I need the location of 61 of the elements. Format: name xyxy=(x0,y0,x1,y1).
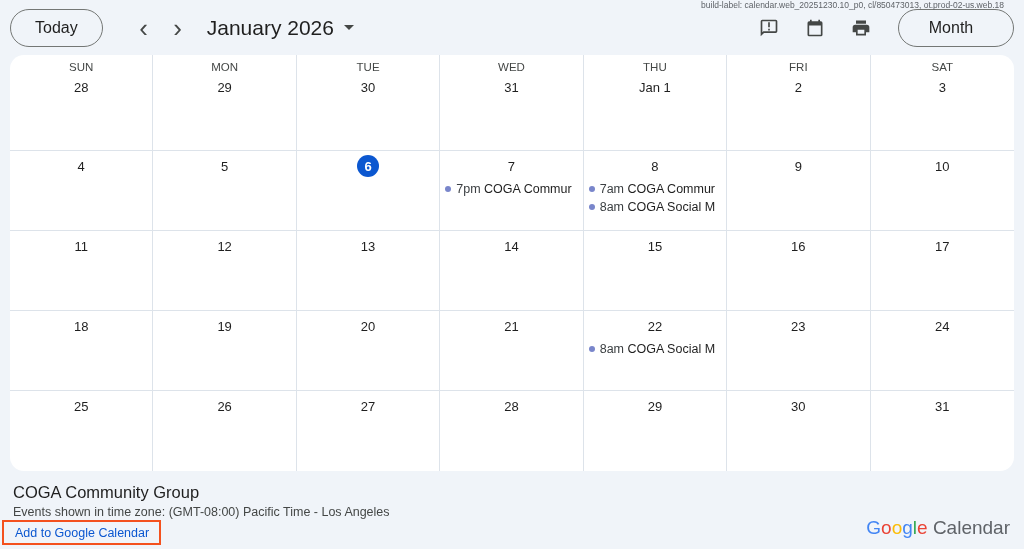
day-number[interactable]: 29 xyxy=(643,395,666,417)
day-number[interactable]: 16 xyxy=(787,235,810,257)
day-number[interactable]: 21 xyxy=(500,315,523,337)
feedback-icon xyxy=(759,17,779,38)
weekday-label: SAT xyxy=(931,61,954,73)
day-number[interactable]: 18 xyxy=(70,315,93,337)
day-number[interactable]: 12 xyxy=(213,235,236,257)
event-text: 7pm COGA Commur xyxy=(456,182,572,196)
day-number[interactable]: 7 xyxy=(500,155,523,177)
calendar-name: COGA Community Group xyxy=(13,483,201,502)
day-number[interactable]: 11 xyxy=(70,235,93,257)
day-number[interactable]: 20 xyxy=(357,315,380,337)
day-number[interactable]: 31 xyxy=(931,395,954,417)
weekday-label: THU xyxy=(643,61,667,73)
caret-icon xyxy=(343,25,354,30)
day-number[interactable]: Jan 1 xyxy=(639,76,671,98)
day-number[interactable]: 5 xyxy=(213,155,236,177)
day-number[interactable]: 4 xyxy=(70,155,93,177)
calendar-icon xyxy=(805,17,825,38)
day-number[interactable]: 25 xyxy=(70,395,93,417)
day-number[interactable]: 13 xyxy=(357,235,380,257)
event-chip[interactable]: 8am COGA Social M xyxy=(583,340,727,358)
day-number[interactable]: 30 xyxy=(357,76,380,98)
month-title-dropdown[interactable]: January 2026 xyxy=(200,15,360,40)
day-number[interactable]: 27 xyxy=(357,395,380,417)
day-number[interactable]: 14 xyxy=(500,235,523,257)
google-calendar-logo: Google Calendar xyxy=(866,517,1010,539)
event-chip[interactable]: 8am COGA Social M xyxy=(583,198,727,216)
add-to-calendar-link[interactable]: Add to Google Calendar xyxy=(2,520,162,545)
day-number[interactable]: 8 xyxy=(643,155,666,177)
timezone-note: Events shown in time zone: (GMT-08:00) Pacific Time - Los Angeles xyxy=(13,505,390,519)
weekday-label: WED xyxy=(498,61,525,73)
day-number[interactable]: 29 xyxy=(213,76,236,98)
day-number[interactable]: 28 xyxy=(500,395,523,417)
day-number[interactable]: 15 xyxy=(643,235,666,257)
day-number[interactable]: 17 xyxy=(931,235,954,257)
weekday-label: MON xyxy=(211,61,239,73)
day-number[interactable]: 3 xyxy=(931,76,954,98)
event-text: 7am COGA Commur xyxy=(599,182,716,196)
event-chip[interactable]: 7pm COGA Commur xyxy=(440,180,583,198)
previous-button[interactable]: ‹ xyxy=(126,10,161,45)
day-number[interactable]: 23 xyxy=(787,315,810,337)
event-text: 8am COGA Social M xyxy=(599,200,716,214)
day-number[interactable]: 19 xyxy=(213,315,236,337)
next-button[interactable]: › xyxy=(160,10,195,45)
event-chip[interactable]: 7am COGA Commur xyxy=(583,180,727,198)
day-number[interactable]: 9 xyxy=(787,155,810,177)
weekday-label: SUN xyxy=(69,61,94,73)
day-number[interactable]: 24 xyxy=(931,315,954,337)
day-number[interactable]: 22 xyxy=(643,315,666,337)
day-number[interactable]: 2 xyxy=(787,76,810,98)
weekday-label: FRI xyxy=(789,61,808,73)
day-number[interactable]: 10 xyxy=(931,155,954,177)
today-date[interactable]: 6 xyxy=(357,155,380,177)
weekday-label: TUE xyxy=(356,61,380,73)
day-number[interactable]: 28 xyxy=(70,76,93,98)
event-text: 8am COGA Social M xyxy=(599,342,716,356)
day-number[interactable]: 31 xyxy=(500,76,523,98)
day-number[interactable]: 26 xyxy=(213,395,236,417)
day-number[interactable]: 30 xyxy=(787,395,810,417)
build-label: build-label: calendar.web_20251230.10_p0, cl/850473013, ot.prod-02-us.web.18 xyxy=(701,0,1004,10)
